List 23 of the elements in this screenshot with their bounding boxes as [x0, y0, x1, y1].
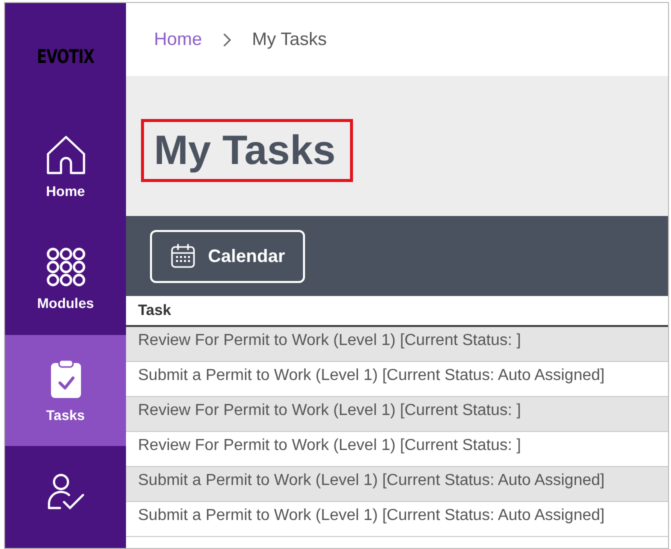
table-cell: Submit a Permit to Work (Level 1) [Current Status: Auto Assigned]: [138, 472, 605, 489]
grid-icon: [46, 247, 86, 288]
table-cell: Review For Permit to Work (Level 1) [Current Status: ]: [138, 402, 521, 419]
table-cell: Submit a Permit to Work (Level 1) [Current Status: Auto Assigned]: [138, 367, 605, 384]
nav-item[interactable]: Modules: [5, 223, 126, 335]
calendar-icon: [170, 243, 196, 269]
logo: EVOTIX: [36, 45, 96, 70]
table-cell: Review For Permit to Work (Level 1) [Current Status: ]: [138, 437, 521, 454]
table-cell: Submit a Permit to Work (Level 1) [Current Status: Auto Assigned]: [138, 507, 605, 524]
task-row[interactable]: Review For Permit to Work (Level 1) [Current Status: ]: [126, 327, 668, 362]
chevron-right-icon: [222, 32, 232, 48]
clipboard-icon: [50, 358, 82, 399]
page-title: My Tasks: [154, 126, 336, 175]
home-icon: [44, 135, 86, 176]
breadcrumb-current: My Tasks: [252, 29, 327, 50]
task-row[interactable]: Review For Permit to Work (Level 1) [Current Status: ]: [126, 397, 668, 432]
task-row[interactable]: Submit a Permit to Work (Level 1) [Current Status: Auto Assigned]: [126, 467, 668, 502]
calendar-button[interactable]: Calendar: [150, 230, 306, 282]
nav-item[interactable]: Home: [5, 112, 126, 224]
breadcrumb-link[interactable]: Home: [154, 29, 202, 50]
nav-item[interactable]: Tasks: [5, 334, 126, 446]
user-check-icon: [46, 472, 86, 512]
table-cell: Review For Permit to Work (Level 1) [Current Status: ]: [138, 332, 521, 349]
